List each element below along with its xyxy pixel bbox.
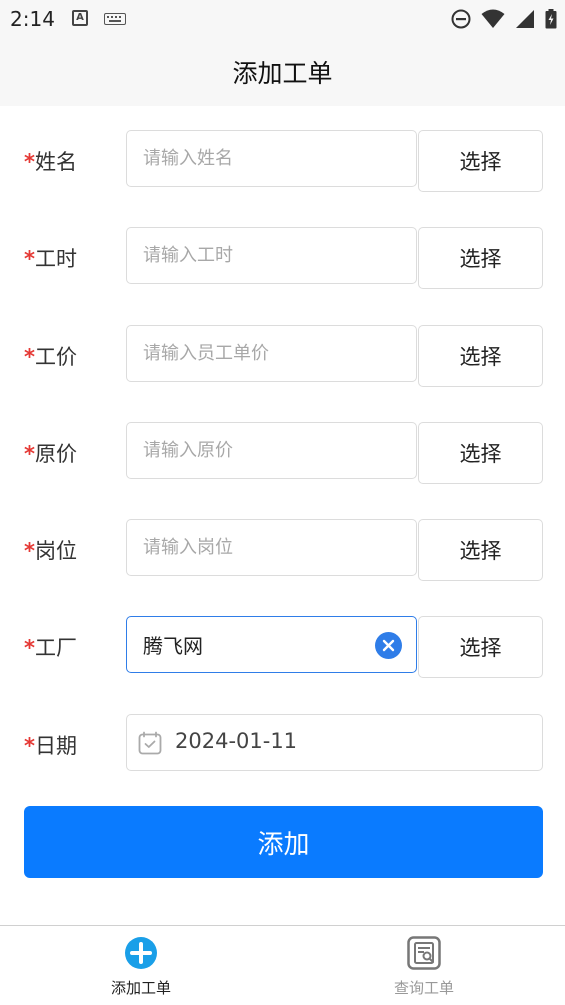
text-input-status-icon: A bbox=[72, 10, 88, 26]
keyboard-icon bbox=[104, 13, 126, 25]
field-label-position: *岗位 bbox=[24, 535, 77, 565]
app-header: 添加工单 bbox=[0, 38, 565, 106]
add-button[interactable]: 添加 bbox=[24, 806, 543, 878]
clear-input-button[interactable] bbox=[375, 632, 402, 659]
search-document-icon bbox=[407, 936, 441, 970]
form-row-hours: *工时 选择 bbox=[0, 227, 565, 289]
field-label-text: 姓名 bbox=[34, 150, 77, 174]
select-factory-button[interactable]: 选择 bbox=[418, 616, 543, 678]
tab-add-order-label: 添加工单 bbox=[110, 979, 171, 997]
form-row-unit-price: *工价 选择 bbox=[0, 325, 565, 387]
select-original-price-button[interactable]: 选择 bbox=[418, 422, 543, 484]
required-mark: * bbox=[24, 636, 35, 660]
field-label-hours: *工时 bbox=[24, 243, 77, 273]
page-title: 添加工单 bbox=[232, 59, 333, 88]
required-mark: * bbox=[24, 150, 35, 174]
form-row-position: *岗位 选择 bbox=[0, 519, 565, 581]
add-circle-icon bbox=[125, 937, 157, 969]
hours-field bbox=[126, 227, 417, 284]
name-input[interactable] bbox=[143, 131, 373, 185]
field-label-text: 工价 bbox=[34, 345, 77, 369]
field-label-text: 原价 bbox=[34, 442, 77, 466]
field-label-original-price: *原价 bbox=[24, 438, 77, 468]
factory-field bbox=[126, 616, 417, 673]
field-label-name: *姓名 bbox=[24, 146, 77, 176]
bottom-tab-bar: 添加工单 查询工单 bbox=[0, 925, 565, 1004]
select-position-button[interactable]: 选择 bbox=[418, 519, 543, 581]
field-label-unit-price: *工价 bbox=[24, 341, 77, 371]
required-mark: * bbox=[24, 539, 35, 563]
unit-price-input[interactable] bbox=[143, 326, 373, 380]
date-picker-field[interactable]: 2024-01-11 bbox=[126, 714, 543, 771]
hours-input[interactable] bbox=[143, 228, 373, 282]
field-label-date: *日期 bbox=[24, 730, 77, 760]
status-time: 2:14 bbox=[10, 7, 55, 31]
field-label-factory: *工厂 bbox=[24, 632, 77, 662]
position-field bbox=[126, 519, 417, 576]
original-price-field bbox=[126, 422, 417, 479]
position-input[interactable] bbox=[143, 520, 373, 574]
close-icon bbox=[382, 639, 395, 652]
unit-price-field bbox=[126, 325, 417, 382]
calendar-icon bbox=[138, 731, 162, 755]
select-hours-button[interactable]: 选择 bbox=[418, 227, 543, 289]
name-field bbox=[126, 130, 417, 187]
tab-query-order-label: 查询工单 bbox=[393, 979, 454, 997]
required-mark: * bbox=[24, 345, 35, 369]
field-label-text: 工时 bbox=[34, 247, 77, 271]
field-label-text: 岗位 bbox=[34, 539, 77, 563]
select-name-button[interactable]: 选择 bbox=[418, 130, 543, 192]
wifi-icon bbox=[481, 9, 505, 28]
field-label-text: 工厂 bbox=[34, 636, 77, 660]
form-row-original-price: *原价 选择 bbox=[0, 422, 565, 484]
status-bar: 2:14 A bbox=[0, 0, 565, 38]
tab-add-order[interactable]: 添加工单 bbox=[61, 926, 221, 1005]
original-price-input[interactable] bbox=[143, 423, 373, 477]
date-value: 2024-01-11 bbox=[175, 729, 298, 753]
field-label-text: 日期 bbox=[34, 734, 77, 758]
form-row-factory: *工厂 选择 bbox=[0, 616, 565, 678]
form-row-name: *姓名 选择 bbox=[0, 130, 565, 192]
required-mark: * bbox=[24, 734, 35, 758]
battery-icon bbox=[545, 9, 557, 29]
cell-signal-icon bbox=[516, 10, 534, 28]
select-unit-price-button[interactable]: 选择 bbox=[418, 325, 543, 387]
required-mark: * bbox=[24, 247, 35, 271]
form-row-date: *日期 2024-01-11 bbox=[0, 714, 565, 776]
required-mark: * bbox=[24, 442, 35, 466]
tab-query-order[interactable]: 查询工单 bbox=[344, 926, 504, 1005]
factory-input[interactable] bbox=[143, 617, 373, 671]
do-not-disturb-icon bbox=[451, 9, 471, 29]
